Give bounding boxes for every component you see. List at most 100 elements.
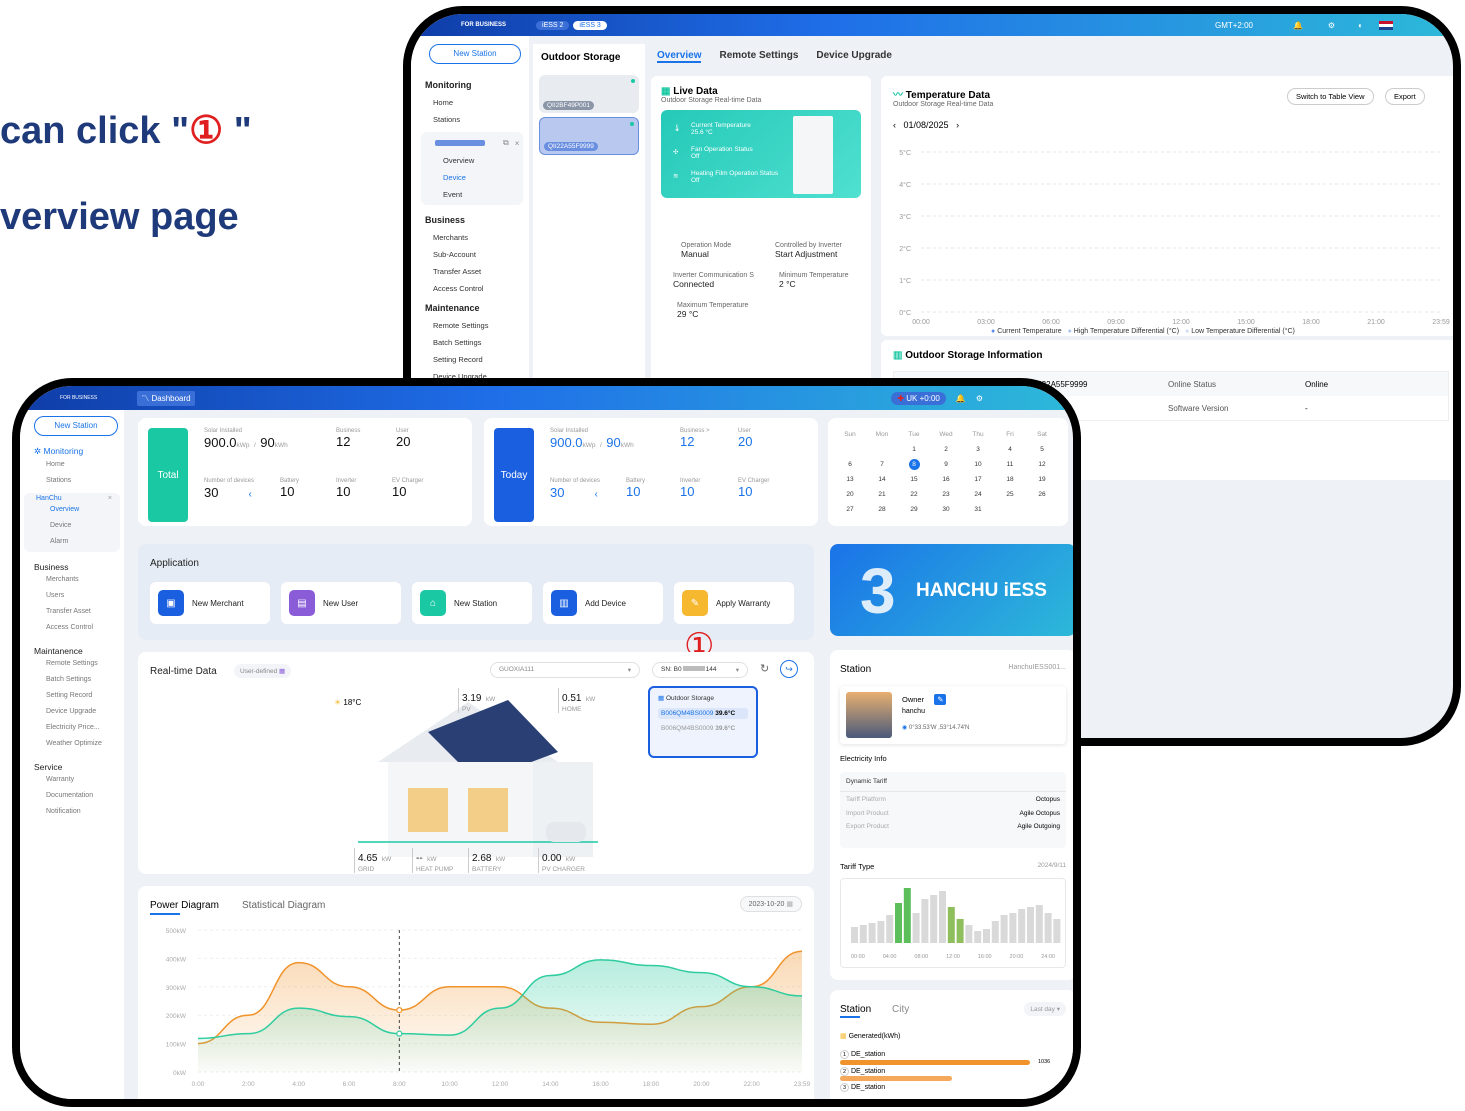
calendar-day[interactable]: 4 [994,442,1026,457]
new-station-app-button[interactable]: ⌂ New Station [412,582,532,624]
sidebar-item-transfer-asset[interactable]: Transfer Asset [411,267,529,276]
tab-iess2[interactable]: iESS 2 [536,20,570,30]
apply-warranty-button[interactable]: ✎ Apply Warranty [674,582,794,624]
calendar-day[interactable]: 23 [930,487,962,502]
edit-owner-icon[interactable]: ✎ [934,694,947,705]
sn-select[interactable]: SN: B0 144 ▾ [652,662,748,678]
calendar-day[interactable]: 28 [866,502,898,517]
calendar-day[interactable]: 15 [898,472,930,487]
device-card-selected[interactable]: QII22A55F9999 [539,117,639,155]
outdoor-storage-widget[interactable]: ▦ Outdoor Storage B006QM4BS0009 39.6°C B… [648,686,758,758]
sidebar-item-stations[interactable]: Stations [411,115,529,124]
calendar-day[interactable]: 9 [930,457,962,472]
sidebar-item-access-control[interactable]: Access Control [411,284,529,293]
sidebar-item-home[interactable]: Home [411,98,529,107]
calendar-day[interactable]: 6 [834,457,866,472]
sidebar-item-warranty[interactable]: Warranty [20,772,124,788]
calendar-day[interactable]: 12 [1026,457,1058,472]
sidebar-item-device[interactable]: Device [24,518,120,534]
next-date-button[interactable]: › [956,120,959,130]
close-icon[interactable]: × [515,139,520,148]
calendar-day[interactable]: 31 [962,502,994,517]
tab-dashboard[interactable]: 〽 Dashboard [137,390,195,406]
export-button[interactable]: Export [1385,88,1425,105]
language-flag-icon[interactable] [1379,20,1393,30]
list-item[interactable]: 2 DE_station [840,1067,1070,1081]
calendar-day[interactable]: 11 [994,457,1026,472]
tab-statistical-diagram[interactable]: Statistical Diagram [242,900,325,911]
calendar-day[interactable]: 22 [898,487,930,502]
sidebar-item-batch-settings[interactable]: Batch Settings [20,672,124,688]
sidebar-item-overview[interactable]: Overview [421,156,523,165]
switch-table-view-button[interactable]: Switch to Table View [1287,88,1374,105]
theme-icon[interactable]: ◐ [1358,21,1363,30]
calendar-day[interactable]: 20 [834,487,866,502]
calendar-day[interactable]: 2 [930,442,962,457]
outdoor-storage-row[interactable]: B006QM4BS0009 39.6°C [658,723,748,734]
add-device-button[interactable]: ▥ Add Device [543,582,663,624]
sidebar-item-users[interactable]: Users [20,588,124,604]
sidebar-item-transfer-asset[interactable]: Transfer Asset [20,604,124,620]
calendar-day[interactable]: 27 [834,502,866,517]
sidebar-station-hanchu[interactable]: HanChu × [24,495,120,502]
new-station-button[interactable]: New Station [429,44,521,64]
calendar-day[interactable]: 29 [898,502,930,517]
sidebar-item-sub-account[interactable]: Sub-Account [411,250,529,259]
sidebar-group-service[interactable]: Service [20,762,124,772]
sidebar-item-notification[interactable]: Notification [20,804,124,820]
sidebar-item-setting-record[interactable]: Setting Record [411,355,529,364]
calendar-day[interactable]: 10 [962,457,994,472]
calendar-day[interactable]: 1 [898,442,930,457]
new-user-button[interactable]: ▤ New User [281,582,401,624]
prev-date-button[interactable]: ‹ [893,120,896,130]
sidebar-item-access-control[interactable]: Access Control [20,620,124,636]
chevron-left-icon[interactable]: ‹ [248,489,251,500]
sidebar-item-setting-record[interactable]: Setting Record [20,688,124,704]
calendar-day[interactable]: 19 [1026,472,1058,487]
calendar-day[interactable]: 26 [1026,487,1058,502]
sidebar-group-maintenance[interactable]: Maintenance [411,303,529,313]
calendar-day[interactable]: 5 [1026,442,1058,457]
sidebar-item-device-upgrade[interactable]: Device Upgrade [20,704,124,720]
sidebar-item-overview[interactable]: Overview [24,502,120,518]
share-icon[interactable]: ↪ [780,660,798,678]
chevron-left-icon[interactable]: ‹ [594,489,597,500]
sidebar-item-event[interactable]: Event [421,190,523,199]
sidebar-item-merchants[interactable]: Merchants [20,572,124,588]
date-picker[interactable]: 2023-10-20 ▦ [739,896,802,912]
tab-overview[interactable]: Overview [657,50,702,63]
bell-icon[interactable]: 🔔 [1293,21,1303,30]
list-item[interactable]: 3 DE_station [840,1083,1070,1092]
timezone-select[interactable]: ✚ UK +0:00 [891,391,946,405]
period-select[interactable]: Last day ▾ [1024,1002,1066,1016]
sidebar-group-monitoring[interactable]: Monitoring [411,80,529,90]
timezone-select[interactable]: GMT+2:00 [1215,21,1253,30]
sidebar-group-business[interactable]: Business [20,562,124,572]
device-card[interactable]: QII2BF49P001 [539,75,639,113]
calendar-day[interactable]: 7 [866,457,898,472]
calendar-day[interactable]: 8 [898,457,930,472]
tab-city[interactable]: City [892,1004,909,1015]
sidebar-item-alarm[interactable]: Alarm [24,534,120,550]
sidebar-item-merchants[interactable]: Merchants [411,233,529,242]
sidebar-item-weather-optimize[interactable]: Weather Optimize [20,736,124,752]
sidebar-group-maintenance[interactable]: Maintanence [20,646,124,656]
new-station-button[interactable]: New Station [34,416,118,436]
calendar-day[interactable]: 18 [994,472,1026,487]
sidebar-item-remote-settings[interactable]: Remote Settings [20,656,124,672]
list-item[interactable]: 1 DE_station 1036 [840,1050,1070,1065]
tab-device-upgrade[interactable]: Device Upgrade [816,50,892,63]
calendar-day[interactable]: 21 [866,487,898,502]
tab-iess3[interactable]: iESS 3 [573,20,607,30]
refresh-icon[interactable]: ↻ [760,662,769,675]
calendar-day[interactable]: 14 [866,472,898,487]
calendar-day[interactable]: 25 [994,487,1026,502]
user-defined-button[interactable]: User-defined ▦ [234,664,292,678]
open-external-icon[interactable]: ⧉ [503,138,509,148]
sidebar-item-electricity-price[interactable]: Electricity Price... [20,720,124,736]
today-business[interactable]: Business >12 [680,428,710,449]
sidebar-item-device[interactable]: Device [421,173,523,182]
new-merchant-button[interactable]: ▣ New Merchant [150,582,270,624]
settings-icon[interactable]: ⚙ [976,394,983,403]
sidebar-item-batch-settings[interactable]: Batch Settings [411,338,529,347]
